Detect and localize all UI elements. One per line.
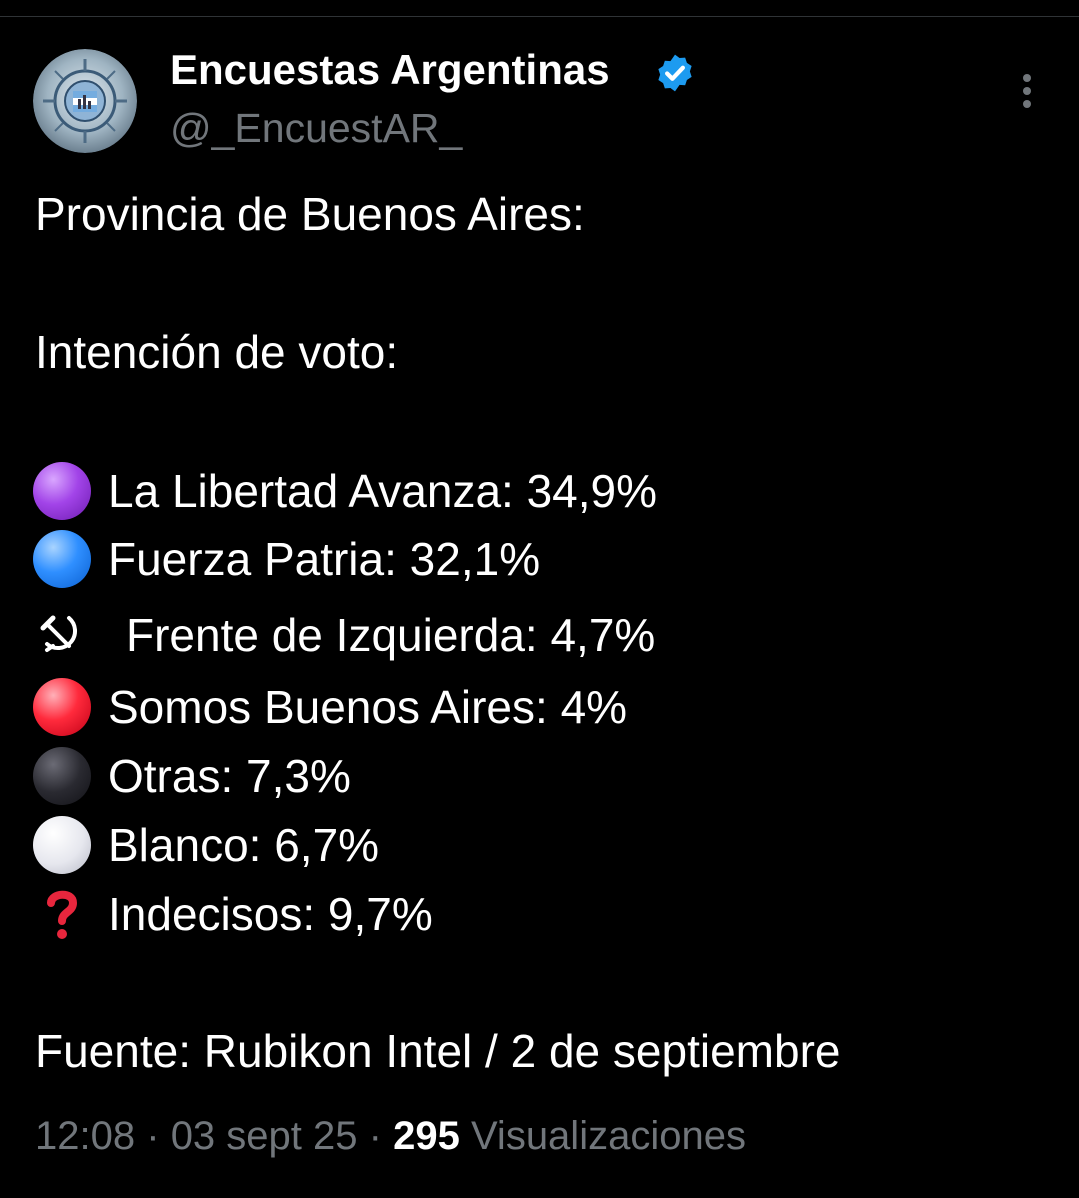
result-row-otras: Otras: 7,3% <box>33 746 351 806</box>
blue-circle-icon <box>33 530 91 588</box>
post-subtitle: Intención de voto: <box>35 326 399 378</box>
top-divider <box>0 16 1079 17</box>
black-circle-icon <box>33 747 91 805</box>
more-options-icon[interactable] <box>1008 70 1046 112</box>
white-circle-icon <box>33 816 91 874</box>
result-label: Fuerza Patria: 32,1% <box>108 533 541 585</box>
avatar[interactable] <box>33 49 137 153</box>
views-count[interactable]: 295 <box>393 1114 460 1158</box>
author-handle[interactable]: @_EncuestAR_ <box>170 102 462 154</box>
post-source: Fuente: Rubikon Intel / 2 de septiembre <box>35 1025 841 1077</box>
result-row-frente-de-izquierda: Frente de Izquierda: 4,7% <box>33 605 655 665</box>
result-label: Frente de Izquierda: 4,7% <box>126 609 656 661</box>
result-row-la-libertad-avanza: La Libertad Avanza: 34,9% <box>33 461 657 521</box>
result-row-fuerza-patria: Fuerza Patria: 32,1% <box>33 529 540 589</box>
result-row-somos-buenos-aires: Somos Buenos Aires: 4% <box>33 677 627 737</box>
purple-circle-icon <box>33 462 91 520</box>
red-circle-icon <box>33 678 91 736</box>
views-label[interactable]: Visualizaciones <box>471 1114 746 1158</box>
meta-separator: · <box>146 1114 160 1158</box>
result-label: Somos Buenos Aires: 4% <box>108 681 628 733</box>
post-meta: 12:08 · 03 sept 25 · 295 Visualizaciones <box>35 1110 746 1162</box>
hammer-sickle-icon <box>40 615 77 652</box>
author-name[interactable]: Encuestas Argentinas <box>170 44 610 96</box>
result-label: La Libertad Avanza: 34,9% <box>108 465 658 517</box>
result-label: Otras: 7,3% <box>108 750 351 802</box>
post-time[interactable]: 12:08 <box>35 1114 135 1158</box>
post-date[interactable]: 03 sept 25 <box>171 1114 358 1158</box>
result-label: Indecisos: 9,7% <box>108 888 433 940</box>
result-row-indecisos: Indecisos: 9,7% <box>33 884 433 944</box>
result-row-blanco: Blanco: 6,7% <box>33 815 379 875</box>
verified-badge-icon[interactable] <box>654 52 696 94</box>
meta-separator: · <box>368 1114 382 1158</box>
result-label: Blanco: 6,7% <box>108 819 380 871</box>
avatar-image <box>33 49 137 153</box>
red-question-mark-icon <box>47 890 78 939</box>
post-title: Provincia de Buenos Aires: <box>35 188 585 240</box>
